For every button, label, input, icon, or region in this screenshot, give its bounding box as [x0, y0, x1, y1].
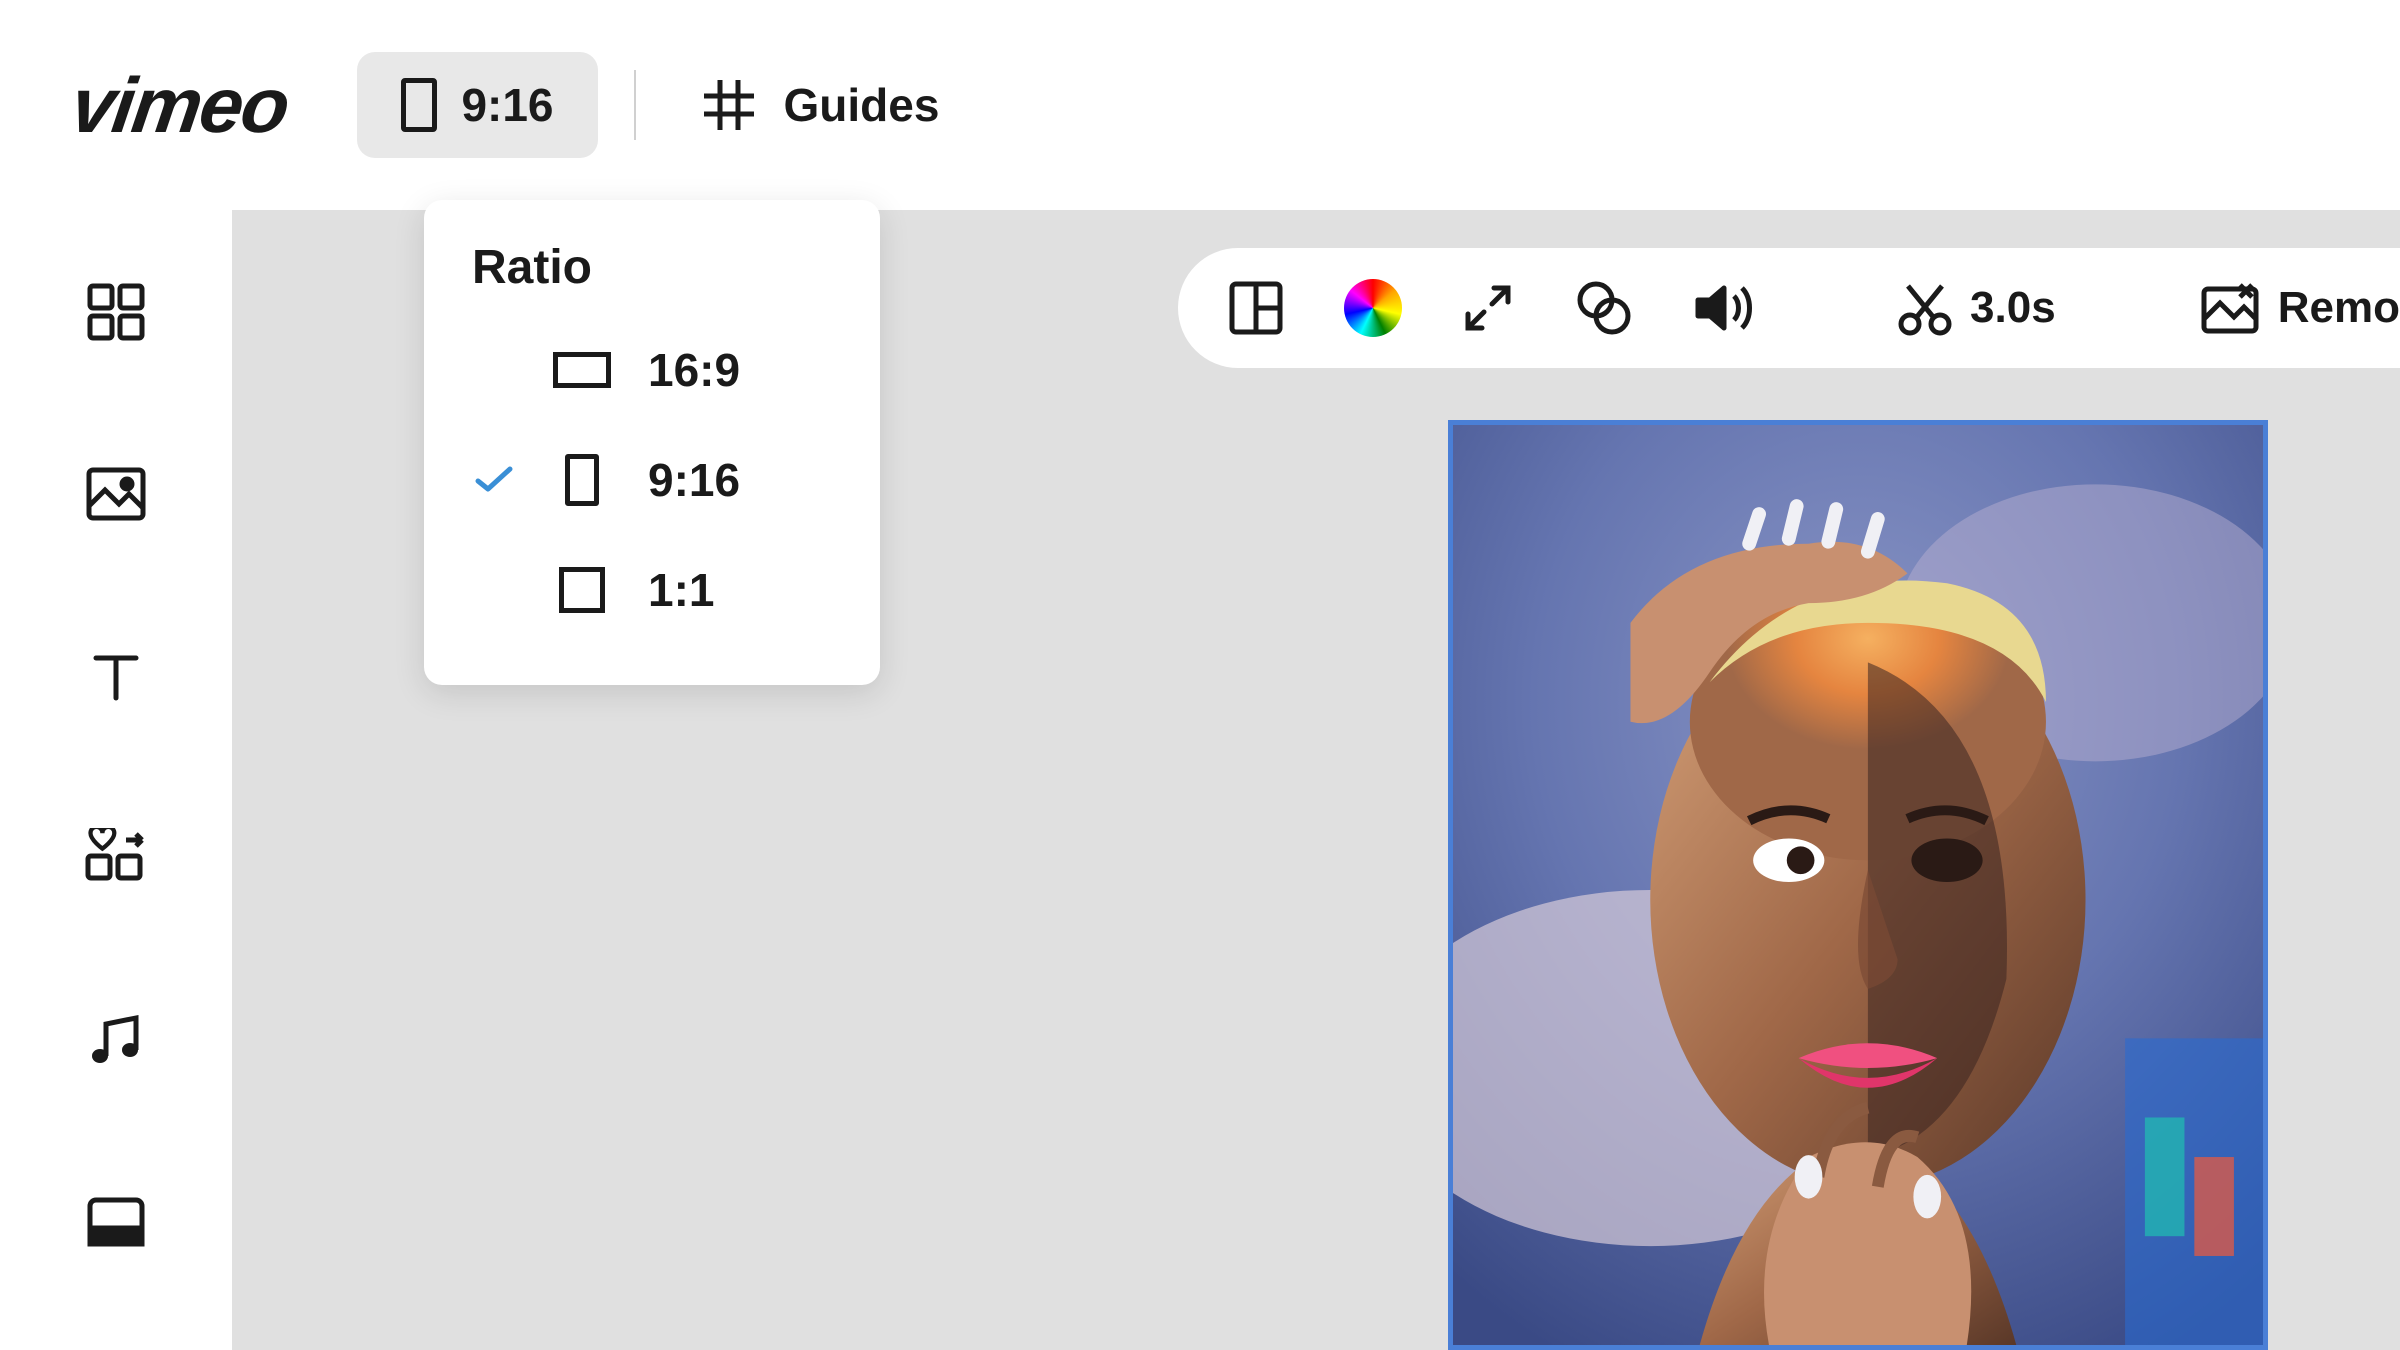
canvas-toolbar: 3.0s Remo	[1178, 248, 2400, 368]
ratio-dropdown: Ratio 16:9 9:16 1:1	[424, 200, 880, 685]
color-wheel-icon	[1344, 279, 1402, 337]
portrait-ratio-icon	[401, 78, 437, 132]
portrait-ratio-icon	[552, 454, 612, 506]
sidebar-templates[interactable]	[84, 280, 148, 344]
ratio-option-1-1[interactable]: 1:1	[424, 535, 880, 645]
expand-button[interactable]	[1462, 282, 1514, 334]
duration-label: 3.0s	[1970, 283, 2056, 333]
ratio-dropdown-title: Ratio	[424, 240, 880, 315]
app-header: vimeo 9:16 Guides	[0, 0, 2400, 210]
square-ratio-icon	[552, 567, 612, 613]
color-button[interactable]	[1344, 279, 1402, 337]
vimeo-logo: vimeo	[66, 60, 294, 151]
sidebar-styles[interactable]	[84, 1190, 148, 1254]
left-sidebar	[0, 210, 232, 1350]
ratio-option-label: 9:16	[648, 453, 740, 507]
sidebar-music[interactable]	[84, 1008, 148, 1072]
ratio-option-label: 16:9	[648, 343, 740, 397]
check-icon	[472, 465, 516, 495]
trim-button[interactable]: 3.0s	[1898, 280, 2056, 336]
ratio-option-16-9[interactable]: 16:9	[424, 315, 880, 425]
grid-icon	[702, 78, 756, 132]
sidebar-media[interactable]	[84, 462, 148, 526]
sidebar-text[interactable]	[84, 644, 148, 708]
remove-button[interactable]: Remo	[2200, 281, 2400, 335]
filters-button[interactable]	[1574, 280, 1634, 336]
aspect-ratio-button[interactable]: 9:16	[357, 52, 597, 158]
volume-button[interactable]	[1694, 282, 1754, 334]
guides-button[interactable]: Guides	[672, 52, 970, 158]
guides-label: Guides	[784, 78, 940, 132]
header-controls: 9:16 Guides	[357, 52, 969, 158]
selected-clip[interactable]	[1448, 420, 2268, 1350]
sidebar-stickers[interactable]	[84, 826, 148, 890]
header-divider	[634, 70, 636, 140]
ratio-option-9-16[interactable]: 9:16	[424, 425, 880, 535]
ratio-option-label: 1:1	[648, 563, 714, 617]
landscape-ratio-icon	[552, 352, 612, 388]
remove-label: Remo	[2278, 283, 2400, 333]
aspect-ratio-label: 9:16	[461, 78, 553, 132]
layout-button[interactable]	[1228, 280, 1284, 336]
